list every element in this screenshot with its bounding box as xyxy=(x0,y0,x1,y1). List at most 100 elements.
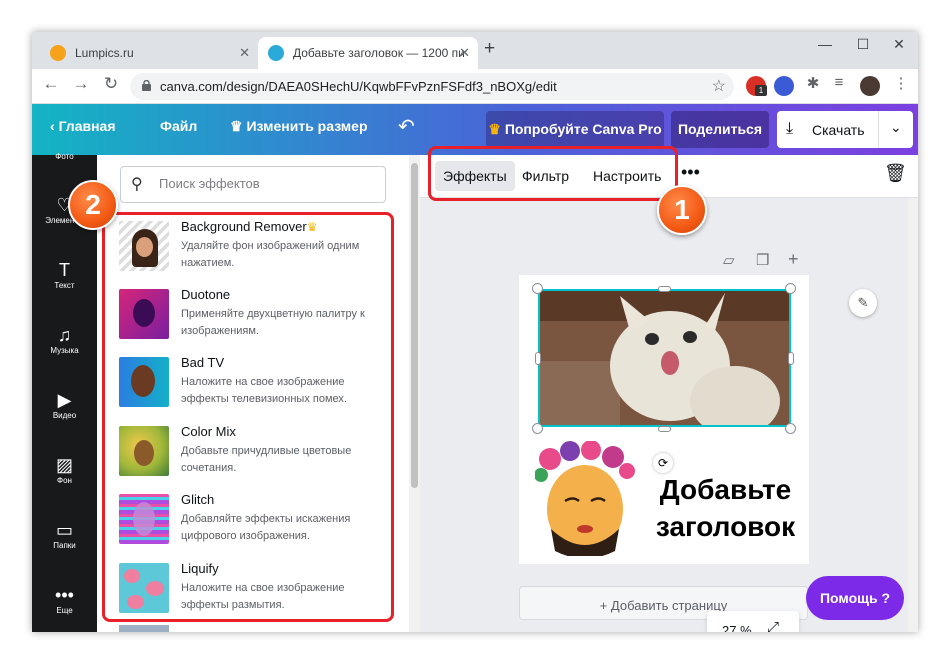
resize-handle[interactable] xyxy=(532,423,543,434)
duplicate-icon[interactable]: ❐ xyxy=(756,251,769,269)
panel-scrollbar[interactable] xyxy=(409,155,420,632)
design-page[interactable]: ⟳ Добавьте заголовок xyxy=(519,275,809,564)
tab-strip: Lumpics.ru ✕ Добавьте заголовок — 1200 п… xyxy=(32,32,918,69)
help-button[interactable]: Помощь ? xyxy=(806,576,904,620)
sidebar-item-background[interactable]: ▨ Фон xyxy=(32,454,97,485)
sidebar-item-more[interactable]: ••• Еще xyxy=(32,584,97,615)
sidebar-item-label: Еще xyxy=(56,606,73,615)
music-icon: ♫ xyxy=(57,325,72,345)
try-pro-button[interactable]: ♛ Попробуйте Canva Pro xyxy=(486,111,664,148)
crown-icon: ♛ xyxy=(230,118,247,134)
resize-handle[interactable] xyxy=(785,423,796,434)
download-icon: ⤓ xyxy=(786,120,794,137)
workspace-scrollbar[interactable] xyxy=(908,198,918,632)
maximize-button[interactable]: ☐ xyxy=(844,34,882,56)
text-icon: T xyxy=(59,260,70,280)
sidebar-item-label: Музыка xyxy=(50,346,79,355)
forward-icon[interactable]: → xyxy=(70,74,92,94)
sidebar-item-label: Видео xyxy=(52,411,77,420)
tab-canva[interactable]: Добавьте заголовок — 1200 пи ✕ xyxy=(258,37,478,69)
sidebar-item-photos[interactable]: Фото xyxy=(32,152,97,161)
tab-close-icon[interactable]: ✕ xyxy=(459,45,470,61)
omnibox[interactable]: canva.com/design/DAEA0SHechU/KqwbFFvPznF… xyxy=(130,73,734,100)
profile-avatar[interactable] xyxy=(860,76,880,96)
zoom-control[interactable]: 27 % ⤢ xyxy=(707,611,799,632)
step-badge-2: 2 xyxy=(68,180,118,230)
more-icon: ••• xyxy=(55,585,74,605)
resize-handle[interactable] xyxy=(788,352,794,365)
bookmark-star-icon[interactable]: ☆ xyxy=(712,76,726,96)
crown-icon: ♛ xyxy=(488,121,505,137)
sidebar-item-label: Папки xyxy=(53,541,76,550)
video-icon: ▶ xyxy=(57,390,72,410)
add-icon[interactable]: + xyxy=(788,249,799,270)
share-button[interactable]: Поделиться xyxy=(671,111,769,148)
sidebar-item-text[interactable]: T Текст xyxy=(32,259,97,290)
resize-handle[interactable] xyxy=(658,286,671,292)
sidebar-item-label: Фон xyxy=(57,476,72,485)
home-button[interactable]: ‹ Главная xyxy=(50,118,116,134)
highlight-box-effects xyxy=(102,212,394,622)
resize-handle[interactable] xyxy=(658,426,671,432)
extensions-puzzle-icon[interactable]: ✱ xyxy=(802,74,824,92)
close-window-button[interactable]: ✕ xyxy=(880,34,918,56)
search-input[interactable] xyxy=(159,176,379,191)
sidebar-item-video[interactable]: ▶ Видео xyxy=(32,389,97,420)
divider xyxy=(878,111,879,148)
extension-badge: 1 xyxy=(755,85,767,96)
zoom-value: 27 % xyxy=(722,623,752,632)
rotate-icon[interactable]: ⟳ xyxy=(653,453,673,473)
home-label: Главная xyxy=(58,118,116,134)
effects-search[interactable]: ⚲ xyxy=(120,166,386,203)
background-icon: ▨ xyxy=(55,455,73,475)
lumpics-favicon-icon xyxy=(50,45,66,61)
reload-icon[interactable]: ↻ xyxy=(100,74,122,94)
extension-globe-icon[interactable] xyxy=(774,76,794,96)
step-badge-1: 1 xyxy=(657,185,707,235)
trash-icon[interactable]: 🗑 xyxy=(884,163,907,184)
extension-red-icon[interactable]: 1 xyxy=(746,76,767,96)
note-icon[interactable]: ▱ xyxy=(723,251,735,269)
file-menu-button[interactable]: Файл xyxy=(160,118,197,134)
highlight-box-toolbar xyxy=(428,146,678,201)
sidebar-item-folders[interactable]: ▭ Папки xyxy=(32,519,97,550)
tab-title: Lumpics.ru xyxy=(75,46,134,60)
download-button[interactable]: ⤓ Скачать ⌄ xyxy=(777,111,913,148)
search-icon: ⚲ xyxy=(131,176,143,193)
folder-icon: ▭ xyxy=(55,520,73,540)
comment-add-icon[interactable]: ✎ xyxy=(849,289,877,317)
media-icon[interactable]: ≡ xyxy=(828,74,850,91)
resize-handle[interactable] xyxy=(535,352,541,365)
lock-icon xyxy=(142,80,151,91)
effect-thumbnail-partial xyxy=(119,625,169,632)
resize-handle[interactable] xyxy=(785,283,796,294)
address-bar-row: ← → ↻ canva.com/design/DAEA0SHechU/KqwbF… xyxy=(32,69,918,104)
try-pro-label: Попробуйте Canva Pro xyxy=(504,121,662,137)
expand-icon[interactable]: ⤢ xyxy=(767,619,779,632)
sidebar-item-music[interactable]: ♫ Музыка xyxy=(32,324,97,355)
tab-title: Добавьте заголовок — 1200 пи xyxy=(293,46,465,60)
resize-button[interactable]: ♛ Изменить размер xyxy=(230,118,368,135)
tab-close-icon[interactable]: ✕ xyxy=(239,45,250,61)
canva-favicon-icon xyxy=(268,45,284,61)
undo-icon[interactable]: ↶ xyxy=(398,114,415,139)
face-illustration xyxy=(535,441,635,556)
resize-label: Изменить размер xyxy=(246,118,368,134)
tab-lumpics[interactable]: Lumpics.ru ✕ xyxy=(40,37,258,69)
cat-photo[interactable] xyxy=(538,289,791,427)
browser-menu-icon[interactable]: ⋮ xyxy=(890,74,912,92)
chevron-down-icon[interactable]: ⌄ xyxy=(890,119,902,136)
sidebar-item-label: Фото xyxy=(55,152,74,161)
back-icon[interactable]: ← xyxy=(40,74,62,94)
url-text: canva.com/design/DAEA0SHechU/KqwbFFvPznF… xyxy=(160,79,557,94)
cat-image xyxy=(540,291,789,425)
minimize-button[interactable]: — xyxy=(806,34,844,56)
scrollbar-thumb[interactable] xyxy=(411,163,418,488)
new-tab-button[interactable]: + xyxy=(484,38,495,60)
page-heading[interactable]: Добавьте заголовок xyxy=(643,471,808,545)
sidebar-item-label: Текст xyxy=(54,281,75,290)
browser-window: Lumpics.ru ✕ Добавьте заголовок — 1200 п… xyxy=(32,32,918,632)
download-label: Скачать xyxy=(812,122,865,138)
resize-handle[interactable] xyxy=(532,283,543,294)
more-options-icon[interactable]: ••• xyxy=(681,162,700,183)
